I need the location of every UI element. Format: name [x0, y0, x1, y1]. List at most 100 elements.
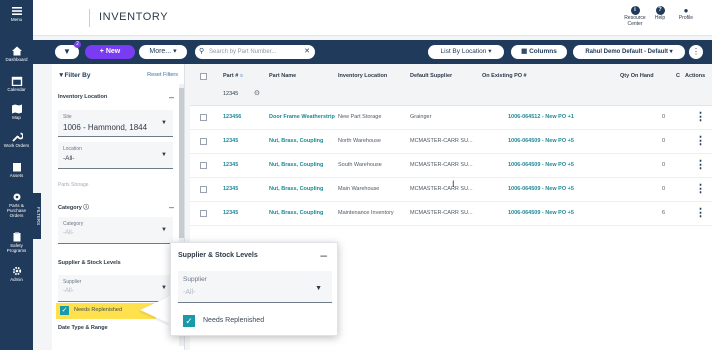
callout-pointer	[140, 296, 170, 324]
category-select[interactable]: Category -All- ▼	[58, 217, 173, 244]
nav-menu[interactable]: Menu	[0, 6, 33, 22]
nav-map[interactable]: Map	[0, 104, 33, 120]
nav-label: Admin	[10, 277, 23, 282]
part-name-link[interactable]: Nut, Brass, Coupling	[269, 210, 335, 216]
row-actions-kebab-icon[interactable]: ⋮	[695, 182, 706, 196]
profile-label: Profile	[678, 15, 694, 21]
nav-assets[interactable]: Assets	[0, 162, 33, 178]
toolbar-kebab-icon[interactable]: ⋮	[689, 45, 703, 59]
nav-label: Work Orders	[3, 143, 30, 148]
nav-parts[interactable]: Parts & Purchase Orders	[0, 192, 33, 218]
po-link[interactable]: 1006-064512 - New PO +1	[508, 114, 608, 120]
inventory-location-cell: New Part Storage	[338, 114, 382, 120]
new-button[interactable]: + New	[85, 45, 135, 59]
filters-side-tab[interactable]: FILTERS	[33, 193, 41, 239]
part-name-link[interactable]: Nut, Brass, Coupling	[269, 186, 335, 192]
part-number-link[interactable]: 12345	[223, 162, 267, 168]
parts-storage-option[interactable]: Parts Storage	[58, 182, 89, 188]
clear-search-icon[interactable]: ✕	[304, 45, 310, 59]
profile-link[interactable]: ● Profile	[673, 6, 699, 22]
filter-toggle-button[interactable]: ▼ 2	[55, 41, 81, 59]
column-header-qty-on-hand[interactable]: Qty On Hand	[620, 73, 654, 79]
reset-filters-link[interactable]: Reset Filters	[147, 72, 178, 78]
help-link[interactable]: ? Help	[647, 6, 673, 22]
row-checkbox[interactable]	[200, 114, 207, 121]
part-name-link[interactable]: Nut, Brass, Coupling	[269, 162, 335, 168]
part-filter-value[interactable]: 12345	[223, 91, 238, 97]
table-row[interactable]: 123456 Door Frame Weatherstrip New Part …	[190, 106, 712, 130]
filter-heading-label: Filter By	[64, 72, 91, 79]
list-by-label: List By Location	[440, 48, 487, 55]
table-row[interactable]: 12345 Nut, Brass, Coupling North Warehou…	[190, 130, 712, 154]
supplier-cell: MCMASTER-CARR SU...	[410, 138, 473, 144]
text-cursor-icon: I	[452, 179, 455, 189]
po-link[interactable]: 1006-064509 - New PO +5	[508, 162, 608, 168]
dropdown-arrow-icon: ▼	[161, 227, 167, 233]
page-title: INVENTORY	[99, 11, 169, 23]
resource-center-link[interactable]: i Resource Center	[622, 6, 648, 27]
row-actions-kebab-icon[interactable]: ⋮	[695, 134, 706, 148]
inventory-location-cell: Main Warehouse	[338, 186, 380, 192]
column-header-existing-po[interactable]: On Existing PO #	[482, 73, 527, 79]
part-name-link[interactable]: Door Frame Weatherstrip	[269, 114, 335, 120]
table-row[interactable]: 12345 Nut, Brass, Coupling South Warehou…	[190, 154, 712, 178]
top-header: INVENTORY i Resource Center ? Help ● Pro…	[33, 0, 712, 36]
location-select[interactable]: Location -All- ▼	[58, 142, 173, 169]
row-actions-kebab-icon[interactable]: ⋮	[695, 206, 706, 220]
header-divider	[89, 9, 90, 27]
row-actions-kebab-icon[interactable]: ⋮	[695, 158, 706, 172]
toolbar: ▼ 2 + New More... ▾ ⚲ Search by Part Num…	[33, 40, 712, 64]
supplier-value: -All-	[63, 288, 74, 294]
dropdown-arrow-icon: ▼	[315, 285, 322, 292]
nav-label: Map	[12, 115, 21, 120]
columns-button[interactable]: ▦ Columns	[511, 45, 567, 59]
column-header-default-supplier[interactable]: Default Supplier	[410, 73, 452, 79]
row-checkbox[interactable]	[200, 162, 207, 169]
callout-supplier-label: Supplier	[183, 276, 207, 283]
collapse-icon[interactable]: –	[169, 93, 174, 102]
list-by-dropdown[interactable]: List By Location ▾	[428, 45, 504, 59]
nav-calendar[interactable]: Calendar	[0, 76, 33, 92]
po-link[interactable]: 1006-064509 - New PO +5	[508, 138, 608, 144]
row-checkbox[interactable]	[200, 138, 207, 145]
nav-dashboard[interactable]: Dashboard	[0, 46, 33, 62]
nav-work-orders[interactable]: Work Orders	[0, 132, 33, 148]
select-all-checkbox[interactable]	[200, 73, 207, 80]
column-header-part-number[interactable]: Part # ≡	[223, 73, 243, 79]
qty-cell: 0	[662, 114, 666, 120]
callout-needs-replenished-checkbox[interactable]: ✓	[183, 315, 195, 327]
row-actions-kebab-icon[interactable]: ⋮	[695, 110, 706, 124]
part-number-link[interactable]: 12345	[223, 186, 267, 192]
filters-tab-label: FILTERS	[36, 207, 41, 226]
part-number-link[interactable]: 123456	[223, 114, 267, 120]
table-row[interactable]: 12345 Nut, Brass, Coupling Main Warehous…	[190, 178, 712, 202]
scrollbar-thumb[interactable]	[179, 88, 184, 238]
nav-admin[interactable]: Admin	[0, 266, 33, 282]
clear-filter-icon[interactable]: ⊙	[254, 89, 260, 97]
row-checkbox[interactable]	[200, 210, 207, 217]
category-title: Category ⓘ	[58, 203, 89, 211]
po-link[interactable]: 1006-064509 - New PO +5	[508, 186, 608, 192]
collapse-icon[interactable]: –	[320, 248, 327, 262]
needs-replenished-label: Needs Replenished	[74, 307, 123, 313]
view-selector[interactable]: Rahul Demo Default - Default ▾	[573, 45, 685, 59]
callout-supplier-select[interactable]: Supplier -All- ▼	[178, 271, 332, 303]
part-name-link[interactable]: Nut, Brass, Coupling	[269, 138, 335, 144]
site-select[interactable]: Site 1006 - Hammond, 1844 ▼	[58, 110, 173, 137]
column-header-part-name[interactable]: Part Name	[269, 73, 296, 79]
location-value: -All-	[63, 155, 75, 162]
nav-safety[interactable]: Safety Programs	[0, 232, 33, 253]
table-row[interactable]: 12345 Nut, Brass, Coupling Maintenance I…	[190, 202, 712, 226]
wrench-icon	[11, 132, 23, 142]
collapse-icon[interactable]: –	[169, 203, 174, 212]
search-input[interactable]: ⚲ Search by Part Number... ✕	[195, 45, 315, 59]
column-header-inventory-location[interactable]: Inventory Location	[338, 73, 387, 79]
part-number-link[interactable]: 12345	[223, 138, 267, 144]
nav-label: Safety Programs	[6, 243, 27, 253]
row-checkbox[interactable]	[200, 186, 207, 193]
info-circle-icon: ⓘ	[83, 205, 89, 211]
more-button[interactable]: More... ▾	[139, 45, 187, 59]
part-number-link[interactable]: 12345	[223, 210, 267, 216]
column-header-c[interactable]: C	[676, 73, 680, 79]
po-link[interactable]: 1006-064509 - New PO +5	[508, 210, 608, 216]
